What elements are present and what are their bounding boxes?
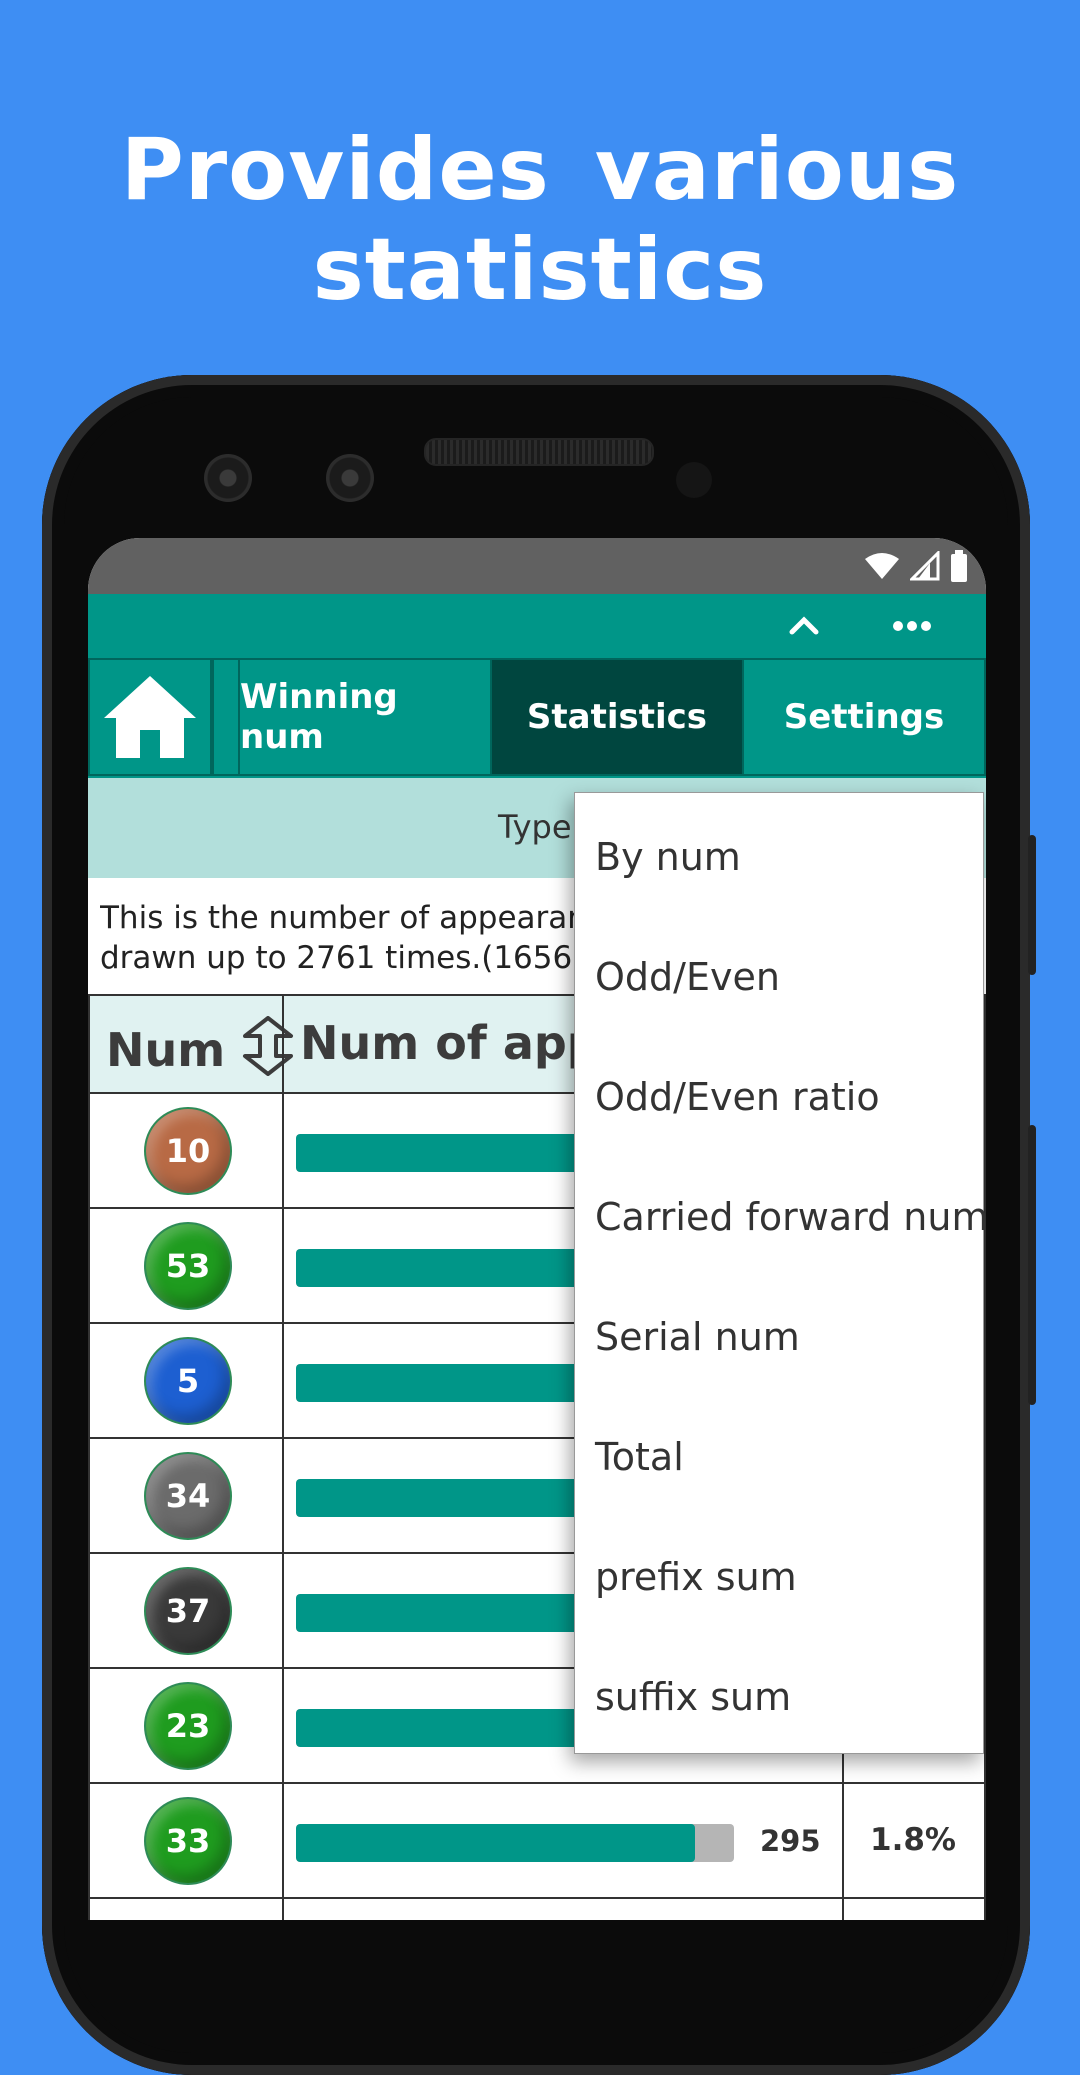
appearance-count: 295	[760, 1824, 821, 1858]
number-ball: 33	[144, 1797, 232, 1885]
proximity-sensor	[676, 462, 712, 498]
battery-icon	[951, 550, 967, 582]
number-ball: 53	[144, 1222, 232, 1310]
column-header-num-label: Num	[106, 1023, 226, 1077]
table-column-divider	[984, 994, 986, 1920]
tab-statistics[interactable]: Statistics	[490, 658, 744, 776]
menu-item-serial-num[interactable]: Serial num	[595, 1315, 800, 1359]
chevron-up-icon[interactable]	[780, 602, 828, 650]
menu-item-carried-forward-num[interactable]: Carried forward num	[595, 1195, 986, 1239]
more-options-icon[interactable]	[888, 602, 936, 650]
screen: Winning num Statistics Settings Type Thi…	[88, 538, 986, 1920]
front-camera-icon	[326, 454, 374, 502]
menu-item-prefix-sum[interactable]: prefix sum	[595, 1555, 797, 1599]
frequency-bar-fill	[296, 1824, 695, 1862]
type-dropdown-menu: By num Odd/Even Odd/Even ratio Carried forw…	[574, 792, 986, 1754]
number-ball: 10	[144, 1107, 232, 1195]
menu-item-suffix-sum[interactable]: suffix sum	[595, 1675, 791, 1719]
table-column-divider	[88, 994, 90, 1920]
sort-icon[interactable]	[241, 1016, 295, 1076]
menu-item-odd-even[interactable]: Odd/Even	[595, 955, 780, 999]
table-row[interactable]: 33 295 1.8%	[88, 1784, 986, 1899]
frequency-bar	[296, 1824, 734, 1862]
number-ball: 37	[144, 1567, 232, 1655]
tab-winning-num[interactable]: Winning num	[238, 658, 492, 776]
headline: Provides various statistics	[120, 120, 960, 320]
signal-icon	[910, 551, 940, 581]
wifi-icon	[865, 553, 899, 579]
app-bar	[88, 594, 986, 658]
menu-item-odd-even-ratio[interactable]: Odd/Even ratio	[595, 1075, 880, 1119]
tab-settings[interactable]: Settings	[742, 658, 986, 776]
number-ball: 34	[144, 1452, 232, 1540]
power-button	[1028, 835, 1036, 975]
status-bar	[88, 538, 986, 594]
type-label: Type	[498, 808, 572, 846]
tab-home[interactable]	[88, 658, 212, 776]
table-column-divider	[282, 994, 284, 1920]
menu-item-total[interactable]: Total	[595, 1435, 684, 1479]
front-camera-icon	[204, 454, 252, 502]
tab-bar: Winning num Statistics Settings	[88, 658, 986, 778]
earpiece-speaker	[424, 438, 654, 466]
column-header-num[interactable]: Num	[106, 1016, 295, 1077]
tab-spacer	[212, 658, 240, 776]
number-ball: 23	[144, 1682, 232, 1770]
volume-button	[1028, 1125, 1036, 1405]
menu-item-by-num[interactable]: By num	[595, 835, 741, 879]
appearance-percent: 1.8%	[870, 1822, 956, 1858]
number-ball: 5	[144, 1337, 232, 1425]
home-icon	[104, 676, 196, 758]
